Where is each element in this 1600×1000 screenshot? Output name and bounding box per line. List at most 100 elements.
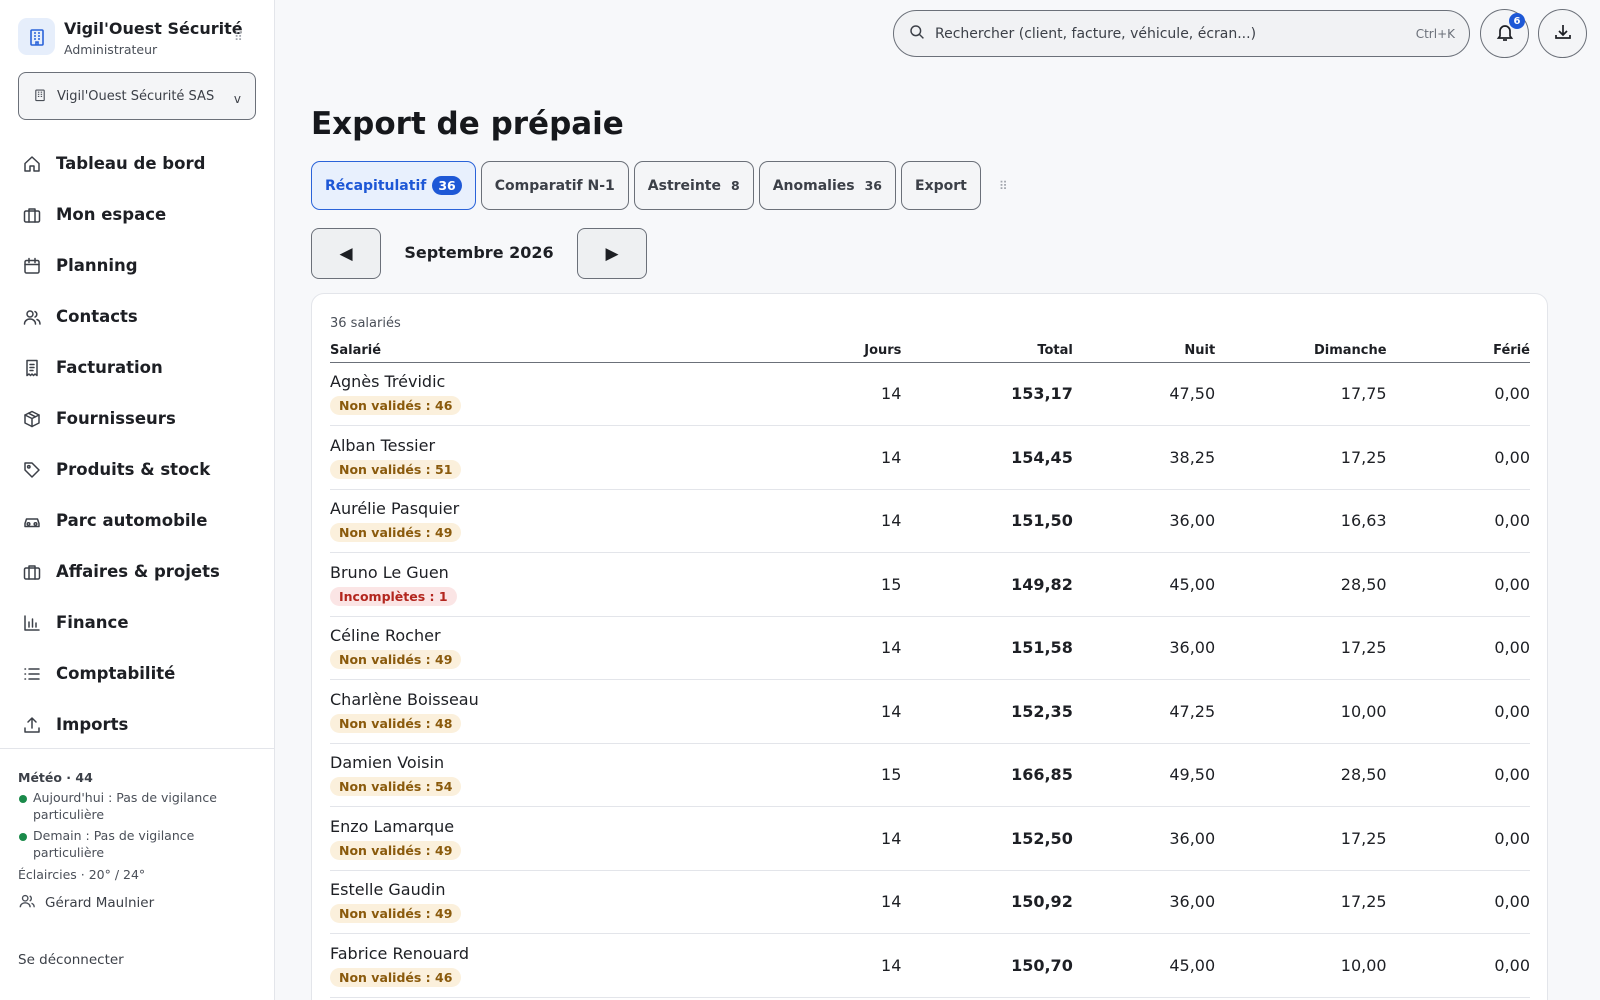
total-cell: 150,70 (901, 933, 1073, 998)
user-icon (18, 892, 36, 914)
table-row[interactable]: Damien Voisin Non validés : 54 15 166,85 49,… (330, 743, 1530, 807)
search-icon (909, 24, 925, 44)
sunday-cell: 17,25 (1215, 870, 1387, 934)
table-row[interactable]: Céline Rocher Non validés : 49 14 151,58 36,… (330, 616, 1530, 680)
night-cell: 49,50 (1072, 743, 1216, 807)
table-row[interactable]: Bruno Le Guen Incomplètes : 1 15 149,82 45,0… (330, 552, 1530, 617)
employee-name[interactable]: Damien Voisin (330, 753, 741, 772)
status-badge[interactable]: Incomplètes : 1 (330, 586, 457, 606)
previous-month-button[interactable]: ◀ (311, 228, 381, 279)
logout-link[interactable]: Se déconnecter (18, 952, 124, 968)
employee-name[interactable]: Charlène Boisseau (330, 690, 741, 709)
company-select-value: Vigil'Ouest Sécurité SAS (57, 88, 215, 104)
employee-name[interactable]: Estelle Gaudin (330, 880, 741, 899)
column-header-sunday[interactable]: Dimanche (1215, 340, 1387, 363)
holiday-cell: 0,00 (1386, 743, 1530, 807)
sidebar-item-fournisseurs[interactable]: Fournisseurs (0, 393, 274, 444)
tab-count-badge: 36 (432, 176, 462, 195)
sidebar-item-parc-automobile[interactable]: Parc automobile (0, 495, 274, 546)
sidebar-item-tableau-de-bord[interactable]: Tableau de bord (0, 138, 274, 189)
status-badge[interactable]: Non validés : 49 (330, 523, 462, 543)
summary-table: Salarié Jours Total Nuit Dimanche Férié … (330, 340, 1530, 998)
status-badge[interactable]: Non validés : 54 (330, 777, 462, 797)
notifications-button[interactable]: 6 (1480, 9, 1529, 58)
employee-name[interactable]: Enzo Lamarque (330, 817, 741, 836)
employee-name[interactable]: Fabrice Renouard (330, 944, 741, 963)
users-icon (22, 307, 42, 327)
table-row[interactable]: Aurélie Pasquier Non validés : 49 14 151,50… (330, 489, 1530, 553)
sidebar-item-facturation[interactable]: Facturation (0, 342, 274, 393)
tab-label: Astreinte (647, 177, 721, 194)
status-badge[interactable]: Non validés : 46 (330, 396, 462, 416)
table-row[interactable]: Fabrice Renouard Non validés : 46 14 150,70… (330, 933, 1530, 998)
column-header-holiday[interactable]: Férié (1386, 340, 1530, 363)
calendar-icon (22, 256, 42, 276)
sidebar-item-label: Parc automobile (56, 511, 208, 530)
column-header-days[interactable]: Jours (741, 340, 902, 363)
employee-name[interactable]: Céline Rocher (330, 626, 741, 645)
weather-today-text: Aujourd'hui : Pas de vigilance particuli… (33, 790, 217, 822)
sidebar-item-label: Affaires & projets (56, 562, 220, 581)
sunday-cell: 10,00 (1215, 679, 1387, 744)
status-badge[interactable]: Non validés : 48 (330, 713, 462, 733)
tab-comparatif-n-1[interactable]: Comparatif N-1 (480, 161, 629, 210)
car-icon (22, 511, 42, 531)
company-select[interactable]: Vigil'Ouest Sécurité SAS v (18, 72, 256, 120)
search-shortcut: Ctrl+K (1415, 27, 1455, 41)
tab-recapitulatif[interactable]: Récapitulatif 36 (311, 161, 476, 210)
employee-name[interactable]: Alban Tessier (330, 436, 741, 455)
drag-handle-icon[interactable]: ⠿ (999, 161, 1008, 210)
status-badge[interactable]: Non validés : 46 (330, 967, 462, 987)
tab-label: Comparatif N-1 (494, 177, 615, 194)
sidebar-item-mon-espace[interactable]: Mon espace (0, 189, 274, 240)
table-row[interactable]: Alban Tessier Non validés : 51 14 154,45 38,… (330, 425, 1530, 490)
employee-cell: Damien Voisin Non validés : 54 (330, 743, 742, 807)
holiday-cell: 0,00 (1386, 425, 1530, 490)
sunday-cell: 17,25 (1215, 425, 1387, 490)
status-badge[interactable]: Non validés : 49 (330, 840, 462, 860)
holiday-cell: 0,00 (1386, 362, 1530, 426)
employee-cell: Fabrice Renouard Non validés : 46 (330, 933, 742, 998)
sidebar-item-comptabilite[interactable]: Comptabilité (0, 648, 274, 699)
sidebar-item-produits-stock[interactable]: Produits & stock (0, 444, 274, 495)
employee-name[interactable]: Agnès Trévidic (330, 372, 741, 391)
user-profile[interactable]: Gérard Maulnier (18, 892, 154, 914)
table-row[interactable]: Agnès Trévidic Non validés : 46 14 153,17 47… (330, 362, 1530, 426)
table-row[interactable]: Charlène Boisseau Non validés : 48 14 152,3… (330, 679, 1530, 744)
weather-today: Aujourd'hui : Pas de vigilance particuli… (18, 789, 263, 823)
sidebar-item-affaires-projets[interactable]: Affaires & projets (0, 546, 274, 597)
sidebar-item-planning[interactable]: Planning (0, 240, 274, 291)
sidebar-item-label: Comptabilité (56, 664, 176, 683)
bar-chart-icon (22, 613, 42, 633)
column-header-employee[interactable]: Salarié (330, 340, 742, 363)
days-cell: 14 (741, 933, 902, 998)
sunday-cell: 28,50 (1215, 743, 1387, 807)
sunday-cell: 16,63 (1215, 489, 1387, 553)
brand: Vigil'Ouest Sécurité Administrateur ⠿ (18, 18, 258, 60)
sidebar-item-contacts[interactable]: Contacts (0, 291, 274, 342)
sidebar-item-finance[interactable]: Finance (0, 597, 274, 648)
download-button[interactable] (1538, 9, 1587, 58)
next-month-button[interactable]: ▶ (577, 228, 647, 279)
status-badge[interactable]: Non validés : 49 (330, 650, 462, 670)
search-input[interactable] (935, 25, 1395, 42)
tab-export[interactable]: Export (901, 161, 981, 210)
total-cell: 166,85 (901, 743, 1073, 807)
sidebar-item-imports[interactable]: Imports (0, 699, 274, 750)
period-navigator: ◀ Septembre 2026 ▶ (311, 228, 647, 279)
tab-astreinte[interactable]: Astreinte 8 (633, 161, 754, 210)
sidebar: Vigil'Ouest Sécurité Administrateur ⠿ Vi… (0, 0, 275, 1000)
briefcase-icon (22, 205, 42, 225)
table-row[interactable]: Enzo Lamarque Non validés : 49 14 152,50 36,… (330, 806, 1530, 871)
tab-anomalies[interactable]: Anomalies 36 (758, 161, 896, 210)
employee-name[interactable]: Aurélie Pasquier (330, 499, 741, 518)
global-search[interactable]: Ctrl+K (893, 10, 1470, 57)
column-header-night[interactable]: Nuit (1072, 340, 1216, 363)
status-badge[interactable]: Non validés : 51 (330, 459, 462, 479)
column-header-total[interactable]: Total (901, 340, 1073, 363)
employee-name[interactable]: Bruno Le Guen (330, 563, 741, 582)
user-name: Gérard Maulnier (45, 895, 155, 911)
table-row[interactable]: Estelle Gaudin Non validés : 49 14 150,92 36… (330, 870, 1530, 934)
drag-handle-icon[interactable]: ⠿ (234, 30, 243, 44)
status-badge[interactable]: Non validés : 49 (330, 904, 462, 924)
